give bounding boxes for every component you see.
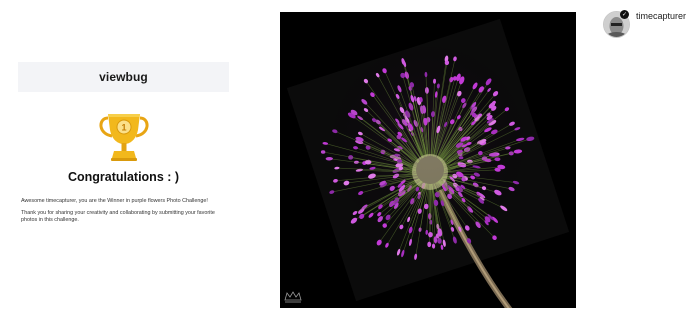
user-profile[interactable]: timecapturer [603,11,686,38]
brand-logo[interactable]: viewbug [99,70,148,84]
challenge-winner-card: viewbug 1 Congratulations : ) Awesome ti… [18,62,229,224]
congratulations-heading: Congratulations : ) [67,170,180,184]
page: viewbug 1 Congratulations : ) Awesome ti… [0,0,700,321]
thanks-message: Thank you for sharing your creativity an… [21,210,215,223]
trophy-icon: 1 [94,108,154,164]
winning-photo[interactable] [280,12,576,308]
winner-message: Awesome timecapturer, you are the Winner… [21,198,208,204]
svg-text:1: 1 [121,123,126,133]
username[interactable]: timecapturer [636,11,686,21]
brand-header: viewbug [18,62,229,92]
check-badge-icon: ✓ [620,10,629,19]
